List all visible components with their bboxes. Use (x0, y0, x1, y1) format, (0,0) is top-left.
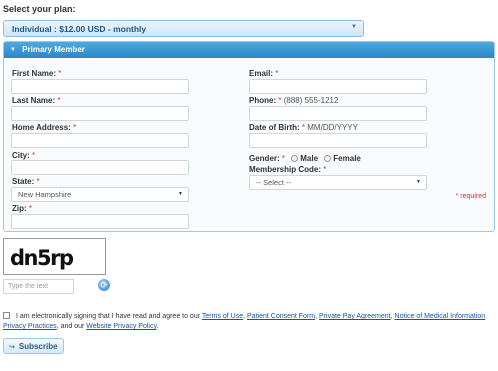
primary-member-panel: ▼ Primary Member First Name: * Last Name… (3, 41, 495, 232)
last-name-label: Last Name: * (12, 96, 61, 105)
gender-male-label: Male (300, 154, 319, 163)
gender-label: Gender: * Male Female (249, 154, 361, 163)
chevron-down-icon: ▼ (178, 191, 183, 197)
gender-female-radio[interactable] (324, 155, 332, 162)
membership-code-select[interactable]: -- Select -- ▼ (249, 175, 427, 190)
captcha-image: dn5rp (3, 238, 106, 275)
zip-input[interactable] (11, 214, 189, 229)
phone-label: Phone: * (888) 555-1212 (249, 96, 339, 105)
website-privacy-link[interactable]: Website Privacy Policy (86, 323, 156, 330)
plan-select-value: Individual : $12.00 USD - monthly (12, 24, 147, 34)
panel-header[interactable]: ▼ Primary Member (4, 42, 494, 58)
dob-label: Date of Birth: * MM/DD/YYYY (249, 123, 358, 132)
city-input[interactable] (11, 160, 189, 175)
captcha-text: dn5rp (10, 246, 74, 270)
membership-code-select-value: -- Select -- (256, 178, 292, 187)
plan-select[interactable]: Individual : $12.00 USD - monthly ▼ (3, 20, 364, 37)
zip-label: Zip: * (12, 204, 33, 213)
subscribe-icon: ↪ (9, 344, 15, 351)
chevron-down-icon: ▼ (416, 179, 421, 185)
first-name-label: First Name: * (12, 69, 62, 78)
collapse-caret-icon: ▼ (10, 47, 16, 53)
city-label: City: * (12, 151, 36, 160)
subscribe-button[interactable]: ↪ Subscribe (3, 338, 64, 354)
email-label: Email: * (249, 69, 279, 78)
dob-hint: MM/DD/YYYY (307, 123, 358, 132)
phone-input[interactable] (249, 106, 427, 121)
home-address-input[interactable] (11, 133, 189, 148)
phone-hint: (888) 555-1212 (283, 96, 339, 105)
agreement-checkbox[interactable] (3, 312, 10, 319)
membership-code-label: Membership Code: * (249, 165, 327, 174)
dob-input[interactable] (249, 133, 427, 148)
state-select[interactable]: New Hampshire ▼ (11, 187, 189, 202)
patient-consent-link[interactable]: Patient Consent Form (247, 313, 315, 320)
terms-of-use-link[interactable]: Terms of Use (202, 313, 243, 320)
gender-female-label: Female (333, 154, 361, 163)
captcha-input[interactable]: Type the text (3, 279, 74, 294)
state-label: State: * (12, 177, 40, 186)
required-note: * required (455, 193, 486, 200)
gender-male-radio[interactable] (291, 155, 299, 162)
subscribe-label: Subscribe (18, 342, 58, 351)
home-address-label: Home Address: * (12, 123, 77, 132)
last-name-input[interactable] (11, 106, 189, 121)
first-name-input[interactable] (11, 79, 189, 94)
agreement-text: I am electronically signing that I have … (3, 312, 486, 330)
private-pay-link[interactable]: Private Pay Agreement (319, 313, 391, 320)
state-select-value: New Hampshire (18, 190, 72, 199)
refresh-icon[interactable]: ⟳ (98, 279, 110, 291)
panel-title: Primary Member (22, 45, 85, 54)
plan-label: Select your plan: (3, 4, 76, 14)
email-input[interactable] (249, 79, 427, 94)
chevron-down-icon: ▼ (351, 24, 357, 30)
